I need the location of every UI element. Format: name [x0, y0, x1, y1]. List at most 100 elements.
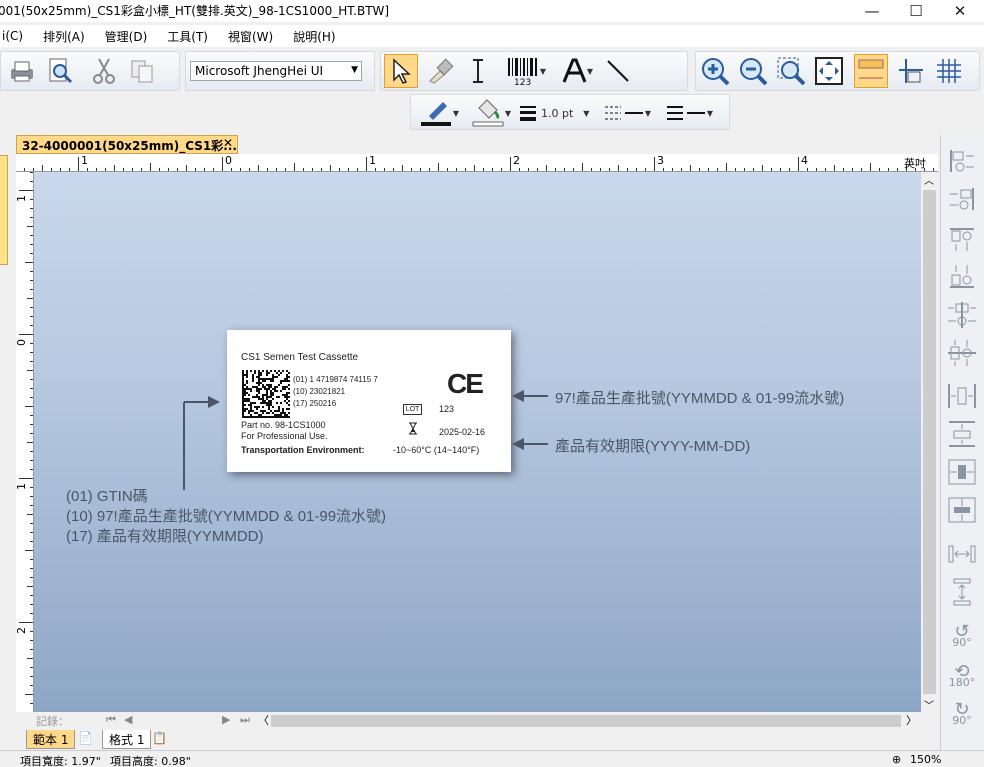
gtin-annotation-line-2[interactable]: (10) 97!產品生產批號(YYMMDD & 01-99流水號)	[66, 505, 386, 526]
ruler-tick	[30, 424, 33, 425]
barcode-tool-icon[interactable]: 123 ▼	[503, 54, 549, 88]
line-tool-icon[interactable]	[601, 54, 635, 88]
ruler-tick	[690, 165, 691, 171]
ruler-tick	[27, 370, 33, 371]
ruler-toggle-icon[interactable]	[854, 54, 888, 88]
cut-icon[interactable]	[87, 54, 121, 88]
ruler-tick	[555, 168, 556, 171]
scroll-right-icon[interactable]: 〉	[906, 712, 917, 728]
same-width-icon[interactable]	[946, 538, 978, 570]
zoom-toolbar	[695, 51, 980, 91]
ruler-tick	[19, 190, 33, 191]
toolbox-pane-tab[interactable]	[0, 155, 8, 265]
minimize-button[interactable]: —	[850, 0, 894, 22]
copy-icon[interactable]	[125, 54, 159, 88]
close-tab-icon[interactable]: ✕	[223, 136, 233, 150]
line-width-select[interactable]: 1.0 pt ▼	[517, 96, 593, 130]
maximize-button[interactable]: ☐	[894, 0, 938, 22]
fit-window-icon[interactable]	[812, 54, 846, 88]
vertical-ruler: 1 0 1 2	[15, 172, 34, 712]
prev-record-icon[interactable]: ◀	[124, 713, 132, 726]
ruler-label: 1	[369, 154, 376, 167]
ruler-tick	[294, 163, 295, 171]
same-height-icon[interactable]	[946, 576, 978, 608]
sheet-tab-format-label: 格式 1	[109, 733, 145, 747]
record-navigator-bar: 記錄： ⏮ ◀ ▶ ⏭ 〈 〉	[16, 712, 938, 730]
align-right-icon[interactable]	[946, 183, 978, 215]
first-record-icon[interactable]: ⏮	[106, 713, 116, 727]
ruler-tick	[27, 586, 33, 587]
line-ends-select[interactable]: ▼	[659, 96, 719, 130]
ruler-tick	[492, 168, 493, 171]
ruler-tick	[19, 478, 33, 479]
gtin-annotation-line-1[interactable]: (01) GTIN碼	[66, 485, 148, 506]
pen-color-icon[interactable]: ▼	[415, 96, 463, 130]
ruler-tick	[30, 307, 33, 308]
ruler-tick	[402, 165, 403, 171]
scroll-down-icon[interactable]: ﹀	[924, 697, 934, 712]
rotate-90-left-icon[interactable]: ↺ 90°	[946, 621, 978, 653]
close-window-button[interactable]: ✕	[938, 0, 982, 22]
new-template-icon[interactable]: 📄	[78, 731, 93, 745]
ruler-label: 1	[15, 195, 28, 202]
horizontal-scroll-thumb[interactable]	[271, 715, 901, 727]
expiry-annotation[interactable]: 產品有效期限(YYYY-MM-DD)	[555, 435, 750, 456]
zoom-level[interactable]: 150%	[910, 753, 941, 766]
scroll-left-icon[interactable]: 〈	[258, 712, 269, 728]
ruler-tick	[582, 163, 583, 171]
center-page-vertical-icon[interactable]	[946, 494, 978, 526]
ruler-tick	[267, 168, 268, 171]
sheet-tab-template[interactable]: 範本 1	[26, 730, 76, 749]
font-toolbar: Microsoft JhengHei UI ▼	[185, 51, 375, 91]
ruler-tick	[30, 532, 33, 533]
menu-view[interactable]: 視窗(W)	[220, 28, 281, 45]
zoom-plus-icon[interactable]: ⊕	[892, 753, 901, 766]
print-preview-icon[interactable]	[43, 54, 77, 88]
font-name-select[interactable]: Microsoft JhengHei UI ▼	[190, 61, 362, 81]
lot-annotation[interactable]: 97!產品生產批號(YYMMDD & 01-99流水號)	[555, 387, 844, 408]
vertical-scrollbar[interactable]: ︿ ﹀	[921, 172, 938, 712]
design-canvas[interactable]: CS1 Semen Test Cassette (01) 1 4719874 7…	[34, 172, 921, 712]
rotate-90-right-icon[interactable]: ↻ 90°	[946, 699, 978, 731]
last-record-icon[interactable]: ⏭	[240, 713, 250, 727]
sheet-tab-format[interactable]: 格式 1	[102, 730, 152, 749]
ruler-tick	[30, 379, 33, 380]
zoom-in-icon[interactable]	[698, 54, 732, 88]
new-format-icon[interactable]: 📋	[152, 731, 167, 745]
document-tab[interactable]: 32-4000001(50x25mm)_CS1彩... ✕	[16, 135, 238, 154]
print-icon[interactable]	[5, 54, 39, 88]
grid-icon[interactable]	[932, 54, 966, 88]
line-style-select[interactable]: ▼	[597, 96, 657, 130]
ruler-tick	[30, 352, 33, 353]
format-painter-icon[interactable]	[423, 54, 457, 88]
distribute-horizontal-icon[interactable]	[946, 380, 978, 412]
vertical-scroll-thumb[interactable]	[923, 190, 936, 694]
menu-manage[interactable]: 管理(D)	[97, 28, 156, 45]
menu-tools[interactable]: 工具(T)	[159, 28, 216, 45]
align-left-icon[interactable]	[946, 145, 978, 177]
select-pointer-icon[interactable]	[384, 54, 418, 88]
ruler-tick	[30, 208, 33, 209]
zoom-fit-icon[interactable]	[774, 54, 808, 88]
scroll-up-icon[interactable]: ︿	[924, 172, 934, 187]
next-record-icon[interactable]: ▶	[222, 713, 230, 726]
zoom-out-icon[interactable]	[736, 54, 770, 88]
snap-grid-icon[interactable]	[894, 54, 928, 88]
ruler-tick	[420, 168, 421, 171]
align-top-icon[interactable]	[946, 223, 978, 255]
chevron-down-icon: ▼	[452, 108, 460, 118]
fill-color-icon[interactable]: ▼	[467, 96, 515, 130]
text-tool-icon[interactable]: ▼	[557, 54, 597, 88]
align-center-vertical-icon[interactable]	[946, 337, 978, 369]
menu-arrange[interactable]: 排列(A)	[35, 28, 93, 45]
center-page-horizontal-icon[interactable]	[946, 456, 978, 488]
align-bottom-icon[interactable]	[946, 261, 978, 293]
menu-edit[interactable]: i(C)	[0, 29, 31, 43]
ruler-tick	[69, 168, 70, 171]
align-center-horizontal-icon[interactable]	[946, 299, 978, 331]
text-cursor-icon[interactable]	[461, 54, 495, 88]
rotate-180-icon[interactable]: ⟲ 180°	[946, 661, 978, 693]
menu-help[interactable]: 說明(H)	[285, 28, 343, 45]
distribute-vertical-icon[interactable]	[946, 418, 978, 450]
gtin-annotation-line-3[interactable]: (17) 產品有效期限(YYMMDD)	[66, 525, 264, 546]
